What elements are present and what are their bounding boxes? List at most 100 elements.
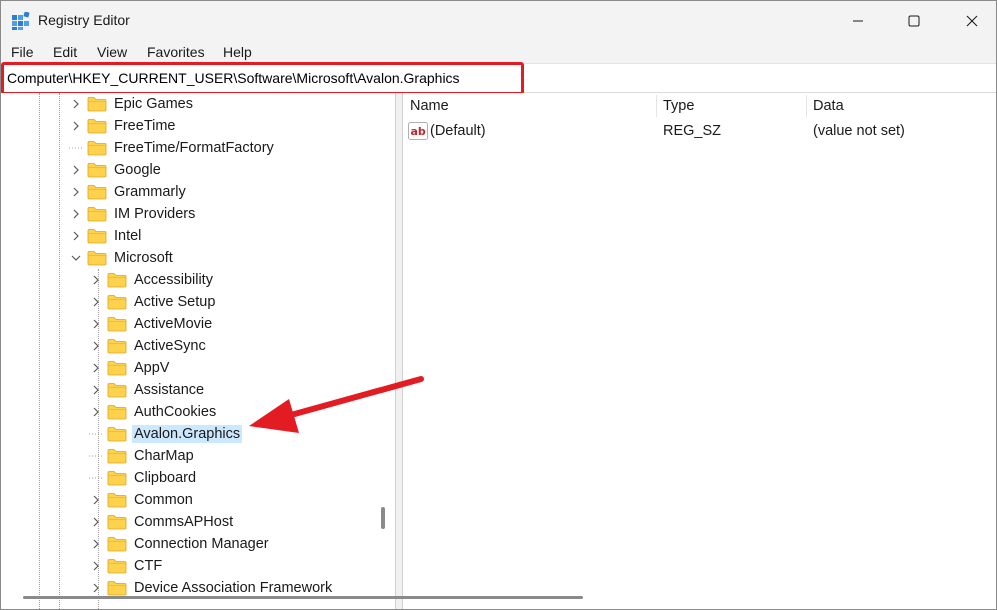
chevron-right-icon[interactable]: [69, 115, 83, 137]
tree-item[interactable]: Avalon.Graphics: [89, 423, 243, 445]
tree-guide-line: [59, 93, 60, 609]
folder-icon: [107, 448, 127, 464]
tree-guide-line: [39, 93, 40, 609]
menu-help[interactable]: Help: [223, 44, 252, 60]
tree-item-label: ActiveMovie: [134, 316, 213, 332]
close-button[interactable]: [949, 1, 995, 41]
chevron-down-icon[interactable]: [69, 247, 83, 269]
tree-item[interactable]: Clipboard: [89, 467, 198, 489]
folder-icon: [107, 536, 127, 552]
chevron-right-icon[interactable]: [69, 159, 83, 181]
folder-icon: [107, 580, 127, 596]
tree-item-label: Device Association Framework: [134, 580, 333, 596]
tree-item[interactable]: FreeTime/FormatFactory: [69, 137, 276, 159]
folder-icon: [87, 118, 107, 134]
tree-item[interactable]: CTF: [89, 555, 164, 577]
tree-item-label: FreeTime: [114, 118, 176, 134]
svg-text:ab: ab: [411, 125, 426, 138]
menu-file[interactable]: File: [11, 44, 34, 60]
key-tree-pane[interactable]: Epic Games FreeTime FreeTime/FormatFactory…: [1, 93, 395, 609]
string-value-icon: ab: [408, 122, 428, 140]
folder-icon: [107, 338, 127, 354]
tree-item[interactable]: AppV: [89, 357, 171, 379]
address-highlight-annotation: [1, 62, 524, 95]
tree-item-label: Accessibility: [134, 272, 213, 288]
chevron-right-icon[interactable]: [89, 489, 103, 511]
tree-item[interactable]: Grammarly: [69, 181, 188, 203]
chevron-right-icon[interactable]: [69, 93, 83, 115]
chevron-right-icon[interactable]: [89, 291, 103, 313]
column-separator[interactable]: [656, 95, 657, 117]
chevron-right-icon[interactable]: [89, 269, 103, 291]
values-list-pane[interactable]: Name Type Data ab (Default) REG_SZ (valu…: [403, 93, 996, 609]
chevron-right-icon[interactable]: [69, 225, 83, 247]
tree-item-label: AuthCookies: [134, 404, 217, 420]
folder-icon: [107, 492, 127, 508]
menu-favorites[interactable]: Favorites: [147, 44, 205, 60]
chevron-right-icon[interactable]: [89, 401, 103, 423]
list-horizontal-scrollbar[interactable]: [23, 596, 583, 599]
tree-item[interactable]: Epic Games: [69, 93, 195, 115]
folder-icon: [107, 558, 127, 574]
folder-icon: [87, 140, 107, 156]
chevron-right-icon[interactable]: [89, 555, 103, 577]
column-header-name[interactable]: Name: [410, 93, 449, 119]
maximize-icon: [908, 15, 920, 27]
tree-item[interactable]: Common: [89, 489, 195, 511]
menu-view[interactable]: View: [97, 44, 127, 60]
title-bar[interactable]: Registry Editor: [1, 1, 996, 41]
folder-icon: [107, 360, 127, 376]
folder-icon: [107, 470, 127, 486]
window-title: Registry Editor: [38, 12, 130, 28]
folder-icon: [87, 184, 107, 200]
tree-item-label: IM Providers: [114, 206, 196, 222]
value-row[interactable]: ab (Default) REG_SZ (value not set): [403, 121, 996, 143]
tree-item-label: Google: [114, 162, 161, 178]
chevron-right-icon[interactable]: [89, 335, 103, 357]
folder-icon: [107, 294, 127, 310]
close-icon: [966, 15, 978, 27]
folder-icon: [107, 316, 127, 332]
folder-icon: [107, 404, 127, 420]
chevron-right-icon[interactable]: [69, 181, 83, 203]
folder-icon: [107, 382, 127, 398]
tree-item[interactable]: Connection Manager: [89, 533, 271, 555]
chevron-right-icon[interactable]: [69, 203, 83, 225]
chevron-right-icon[interactable]: [89, 313, 103, 335]
tree-item[interactable]: AuthCookies: [89, 401, 218, 423]
chevron-right-icon[interactable]: [89, 379, 103, 401]
tree-item[interactable]: ActiveSync: [89, 335, 208, 357]
tree-item[interactable]: Microsoft: [69, 247, 175, 269]
tree-vertical-scrollbar[interactable]: [381, 507, 385, 529]
column-separator[interactable]: [806, 95, 807, 117]
tree-item[interactable]: Intel: [69, 225, 143, 247]
tree-item-label: Connection Manager: [134, 536, 269, 552]
tree-item-label: Epic Games: [114, 96, 193, 112]
column-header-data[interactable]: Data: [813, 93, 844, 119]
tree-item[interactable]: Accessibility: [89, 269, 215, 291]
chevron-right-icon[interactable]: [89, 357, 103, 379]
chevron-right-icon[interactable]: [89, 533, 103, 555]
column-header-type[interactable]: Type: [663, 93, 694, 119]
tree-item[interactable]: IM Providers: [69, 203, 197, 225]
folder-icon: [107, 514, 127, 530]
tree-item[interactable]: Assistance: [89, 379, 206, 401]
pane-splitter[interactable]: [395, 93, 403, 609]
folder-icon: [87, 206, 107, 222]
minimize-icon: [853, 20, 863, 22]
tree-item[interactable]: FreeTime: [69, 115, 178, 137]
tree-item-label: CharMap: [134, 448, 194, 464]
folder-icon: [87, 228, 107, 244]
menu-edit[interactable]: Edit: [53, 44, 77, 60]
chevron-right-icon[interactable]: [89, 511, 103, 533]
registry-editor-window: Registry Editor File Edit View Favorites…: [0, 0, 997, 610]
minimize-button[interactable]: [835, 1, 881, 41]
tree-item-label: FreeTime/FormatFactory: [114, 140, 274, 156]
maximize-button[interactable]: [891, 1, 937, 41]
tree-item[interactable]: ActiveMovie: [89, 313, 214, 335]
tree-item[interactable]: CommsAPHost: [89, 511, 235, 533]
tree-item[interactable]: CharMap: [89, 445, 196, 467]
tree-connector: [69, 137, 83, 159]
tree-item[interactable]: Active Setup: [89, 291, 217, 313]
tree-item[interactable]: Google: [69, 159, 163, 181]
